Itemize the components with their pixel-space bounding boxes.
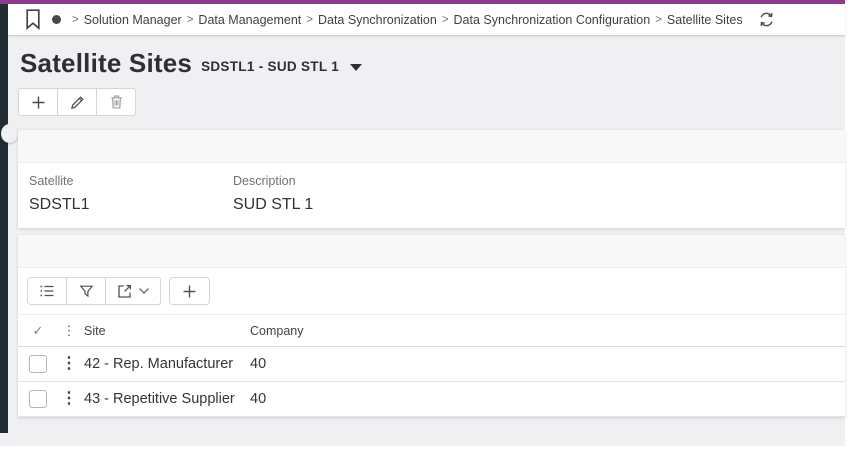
description-label: Description: [233, 174, 437, 188]
breadcrumb-separator: >: [442, 14, 449, 26]
satellite-value: SDSTL1: [29, 196, 233, 214]
satellite-label: Satellite: [29, 174, 233, 188]
cell-company: 40: [250, 391, 845, 407]
grid-header-row: ✓ ⋮ Site Company: [18, 314, 845, 347]
breadcrumb-separator: >: [72, 14, 79, 26]
collapsed-left-pane: [0, 4, 8, 433]
status-dot-icon: [52, 15, 61, 24]
cell-company: 40: [250, 356, 845, 372]
row-checkbox[interactable]: [29, 355, 47, 373]
table-row[interactable]: ⋮ 43 - Repetitive Supplier 40: [18, 382, 845, 417]
record-actions: [18, 88, 136, 116]
context-selector[interactable]: SDSTL1 - SUD STL 1: [201, 59, 339, 74]
breadcrumb-separator: >: [187, 14, 194, 26]
satellite-form: Satellite SDSTL1 Description SUD STL 1: [18, 163, 845, 214]
column-header-site[interactable]: Site: [84, 324, 250, 338]
cell-site: 43 - Repetitive Supplier: [84, 391, 250, 407]
list-icon: [39, 284, 55, 298]
breadcrumb-separator: >: [306, 14, 313, 26]
app-window: > Solution Manager > Data Management > D…: [0, 0, 845, 446]
sites-grid-card: ✓ ⋮ Site Company ⋮ 42 - Rep. Manufacture…: [18, 235, 845, 417]
satellite-detail-card: Satellite SDSTL1 Description SUD STL 1: [18, 130, 845, 228]
select-all-icon[interactable]: ✓: [22, 323, 54, 339]
export-icon: [117, 284, 132, 299]
pencil-icon: [70, 95, 85, 110]
plus-icon: [182, 284, 197, 299]
filter-icon: [79, 284, 94, 299]
header-row-menu-icon[interactable]: ⋮: [54, 324, 84, 337]
caret-down-icon[interactable]: [350, 64, 362, 71]
table-row[interactable]: ⋮ 42 - Rep. Manufacturer 40: [18, 347, 845, 382]
breadcrumb-item-satellite-sites[interactable]: Satellite Sites: [667, 13, 743, 27]
left-pane-toggle[interactable]: [1, 124, 18, 143]
add-site-button[interactable]: [169, 277, 210, 305]
row-menu-icon[interactable]: ⋮: [54, 356, 84, 372]
new-record-button[interactable]: [18, 88, 58, 116]
satellite-card-header: [18, 130, 845, 163]
filter-button[interactable]: [66, 277, 106, 305]
description-value: SUD STL 1: [233, 196, 437, 214]
row-checkbox[interactable]: [29, 390, 47, 408]
breadcrumb-item-solution-manager[interactable]: Solution Manager: [84, 13, 182, 27]
trash-icon: [109, 94, 124, 110]
breadcrumb-item-data-management[interactable]: Data Management: [198, 13, 301, 27]
breadcrumb-separator: >: [655, 14, 662, 26]
refresh-icon[interactable]: [758, 11, 775, 28]
edit-record-button[interactable]: [57, 88, 97, 116]
breadcrumb: > Solution Manager > Data Management > D…: [67, 13, 743, 27]
sites-card-header: [18, 235, 845, 268]
cell-site: 42 - Rep. Manufacturer: [84, 356, 250, 372]
description-field: Description SUD STL 1: [233, 174, 437, 214]
delete-record-button[interactable]: [96, 88, 136, 116]
chevron-down-icon: [138, 287, 150, 295]
page-header: Satellite Sites SDSTL1 - SUD STL 1: [20, 48, 362, 79]
grid-toolbar: [18, 268, 845, 314]
plus-icon: [31, 95, 46, 110]
page-title: Satellite Sites: [20, 48, 192, 79]
breadcrumb-item-data-synchronization[interactable]: Data Synchronization: [318, 13, 437, 27]
column-header-company[interactable]: Company: [250, 324, 845, 338]
breadcrumb-item-data-sync-configuration[interactable]: Data Synchronization Configuration: [454, 13, 651, 27]
row-menu-icon[interactable]: ⋮: [54, 391, 84, 407]
row-height-button[interactable]: [27, 277, 67, 305]
export-button[interactable]: [105, 277, 161, 305]
bookmark-icon[interactable]: [25, 9, 41, 30]
satellite-field: Satellite SDSTL1: [29, 174, 233, 214]
breadcrumb-bar: > Solution Manager > Data Management > D…: [8, 4, 845, 36]
